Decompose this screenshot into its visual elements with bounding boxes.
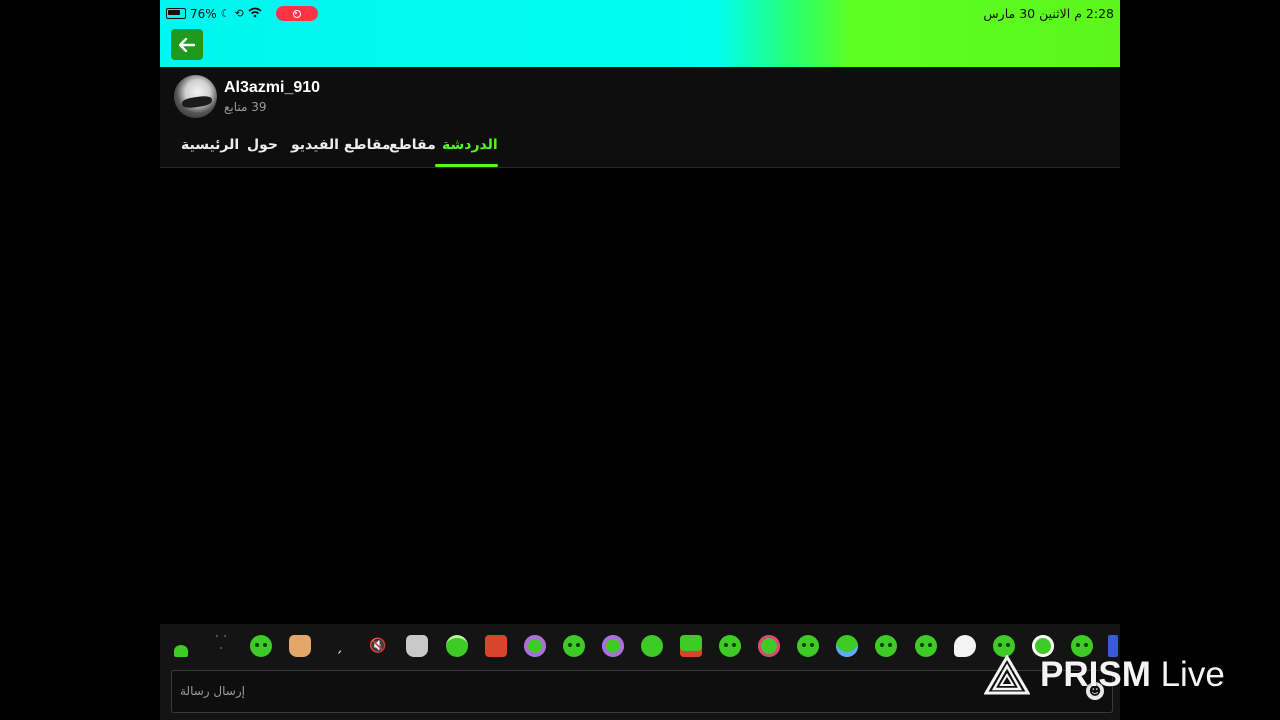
emote-icon[interactable] [524, 635, 546, 657]
emote-icon[interactable] [954, 635, 976, 657]
emote-icon[interactable] [680, 635, 702, 657]
watermark: PRISM Live [984, 650, 1225, 700]
emote-icon[interactable] [563, 635, 585, 657]
emote-icon[interactable] [915, 635, 937, 657]
emote-icon[interactable] [836, 635, 858, 657]
arrow-left-icon [179, 37, 195, 52]
emote-icon[interactable] [485, 635, 507, 657]
emote-icon[interactable] [758, 635, 780, 657]
tab-about[interactable]: حول [247, 137, 278, 153]
app-window: 76% ☾ ⟲ 2:28 م الاثنين 30 مارس Al3azmi_9… [160, 0, 1120, 720]
tab-home[interactable]: الرئيسية [181, 137, 239, 153]
emote-icon[interactable] [719, 635, 741, 657]
emote-icon[interactable] [641, 635, 663, 657]
tab-chat[interactable]: الدردشة [442, 137, 498, 153]
chat-messages-area [160, 168, 1120, 624]
follower-count: 39 متابع [224, 100, 267, 114]
record-icon [292, 9, 301, 18]
battery-icon [166, 8, 186, 19]
emote-icon[interactable] [602, 635, 624, 657]
battery-level: 76% [190, 6, 217, 21]
status-datetime: 2:28 م الاثنين 30 مارس [983, 6, 1114, 21]
emote-icon[interactable] [797, 635, 819, 657]
moon-icon: ☾ [220, 7, 231, 20]
emote-icon[interactable] [406, 635, 428, 657]
tab-clips[interactable]: مقاطع [389, 137, 436, 153]
chat-message-input[interactable]: إرسال رسالة [171, 670, 1113, 713]
channel-name[interactable]: Al3azmi_910 [224, 79, 320, 97]
prism-logo-icon [984, 655, 1030, 695]
watermark-brand: PRISM [1040, 655, 1151, 694]
emote-icon[interactable] [250, 635, 272, 657]
emote-icon[interactable] [289, 635, 311, 657]
back-button[interactable] [171, 29, 203, 60]
orientation-lock-icon: ⟲ [234, 7, 244, 20]
channel-header: Al3azmi_910 39 متابع الدردشة مقاطع مقاطع… [160, 67, 1120, 168]
wifi-icon [248, 7, 262, 21]
watermark-text: PRISM Live [1040, 655, 1225, 695]
emote-icon[interactable] [875, 635, 897, 657]
tab-videos[interactable]: مقاطع الفيديو [291, 137, 391, 153]
emote-bar: ˙ ˙ ˙ ˏ 🔇 إرسال رسالة ☻ [160, 624, 1120, 720]
emote-icon[interactable]: 🔇 [367, 635, 389, 657]
emote-icon[interactable]: ˏ [328, 635, 350, 657]
channel-tabs: الدردشة مقاطع مقاطع الفيديو حول الرئيسية [160, 127, 1120, 167]
emote-icon[interactable]: ˙ ˙ ˙ [210, 635, 232, 658]
emote-icon[interactable] [174, 645, 188, 657]
emote-icon[interactable] [446, 635, 468, 657]
avatar[interactable] [174, 75, 217, 118]
screen-recording-indicator[interactable] [275, 6, 318, 21]
watermark-suffix: Live [1160, 655, 1225, 694]
top-bar: 76% ☾ ⟲ 2:28 م الاثنين 30 مارس [160, 0, 1120, 67]
status-bar-left: 76% ☾ ⟲ [166, 6, 318, 21]
active-tab-indicator [435, 164, 498, 167]
